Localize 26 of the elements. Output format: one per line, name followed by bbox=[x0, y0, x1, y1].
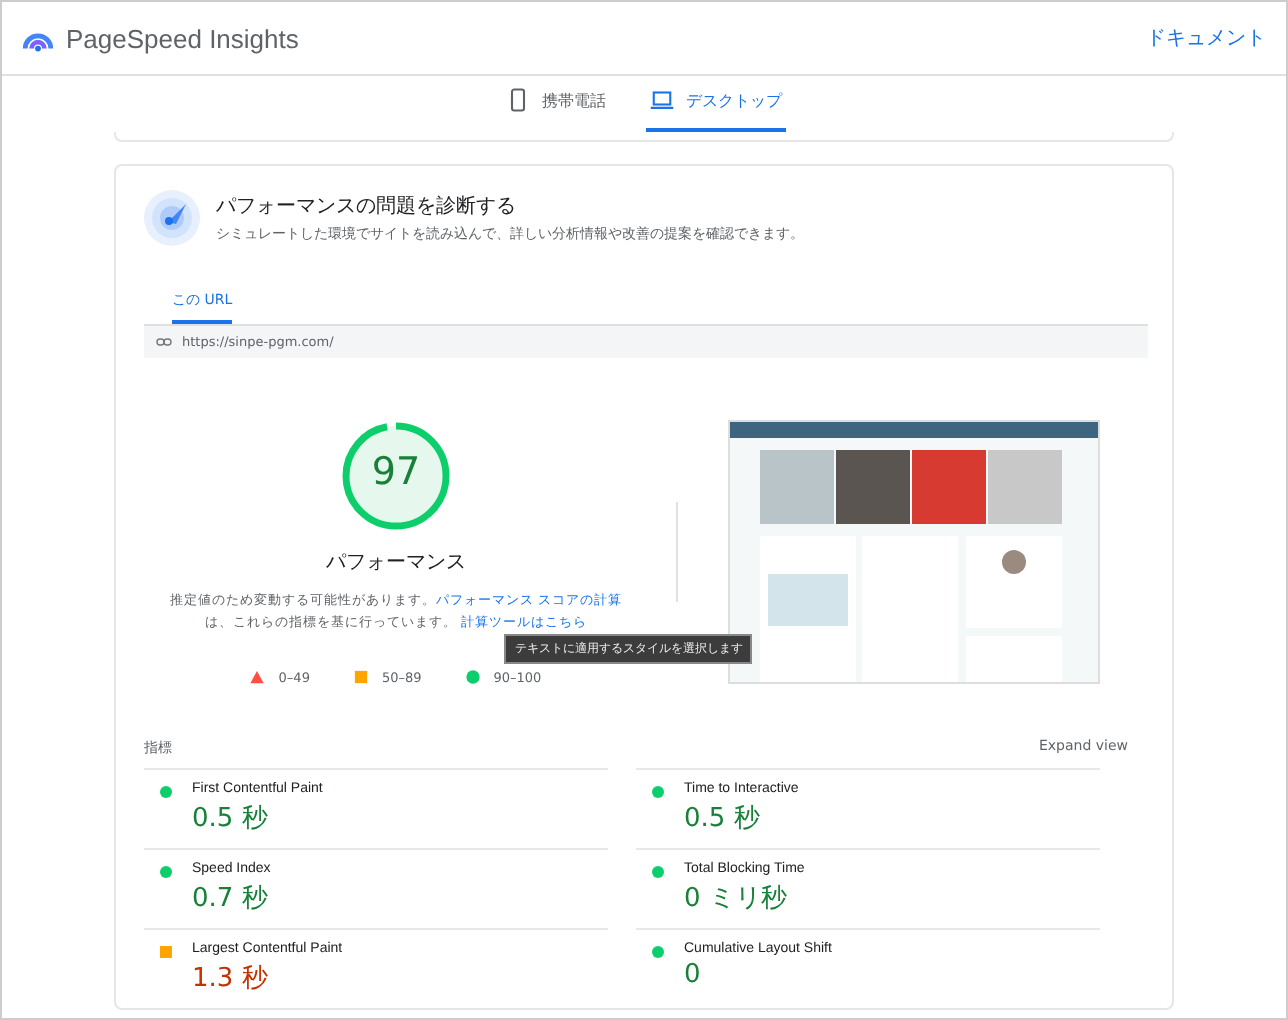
phone-icon bbox=[506, 88, 530, 112]
laptop-icon bbox=[650, 88, 674, 112]
score-label: パフォーマンス bbox=[326, 549, 466, 575]
metric-value: 0.5 秒 bbox=[684, 802, 762, 836]
square-icon bbox=[353, 670, 368, 684]
metric-value: 0.7 秒 bbox=[192, 882, 270, 916]
circle-icon bbox=[652, 946, 664, 958]
device-tab[interactable]: 携帯電話 bbox=[502, 76, 610, 132]
circle-icon bbox=[465, 670, 480, 684]
square-icon bbox=[160, 946, 172, 958]
circle-icon bbox=[160, 786, 172, 798]
app-title: PageSpeed Insights bbox=[66, 23, 299, 53]
score-value: 97 bbox=[371, 449, 421, 493]
compass-icon bbox=[144, 190, 200, 246]
metric-value: 1.3 秒 bbox=[192, 962, 270, 996]
circle-icon bbox=[160, 866, 172, 878]
metric-value: 0 ミリ秒 bbox=[684, 882, 789, 916]
metric-value: 0.5 秒 bbox=[192, 802, 270, 836]
docs-link[interactable]: ドキュメント bbox=[1146, 24, 1266, 52]
circle-icon bbox=[652, 866, 664, 878]
circle-icon bbox=[652, 786, 664, 798]
device-tab[interactable]: デスクトップ bbox=[646, 76, 786, 132]
metric-value: 0 bbox=[684, 960, 703, 990]
triangle-icon bbox=[250, 670, 265, 684]
link-icon bbox=[156, 338, 172, 346]
section-title: パフォーマンスの問題を診断する bbox=[216, 193, 518, 220]
